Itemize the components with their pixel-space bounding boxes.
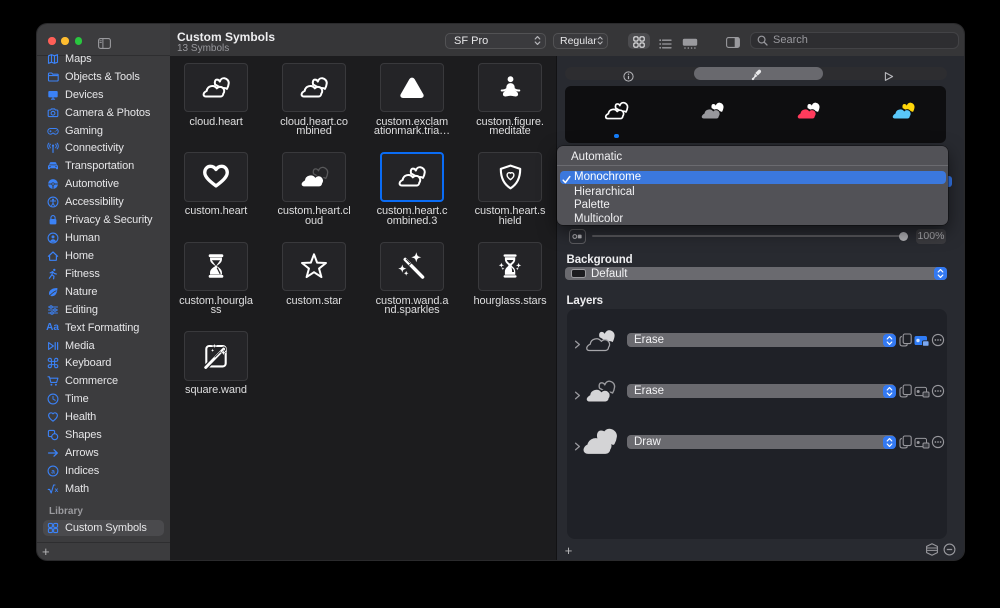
svg-text:a: a	[51, 468, 55, 475]
svg-text:x: x	[54, 487, 58, 494]
